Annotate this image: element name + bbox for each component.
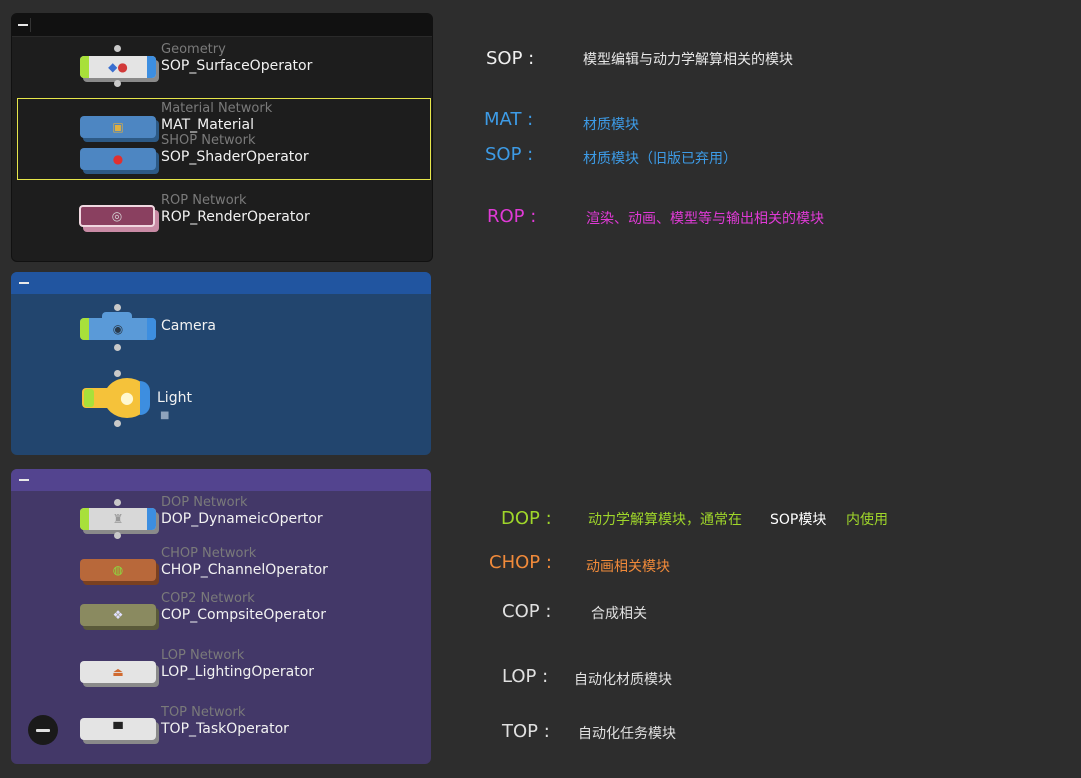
node-geometry[interactable]: ◆● [80,56,156,78]
node-camera[interactable]: ◉ [80,318,156,340]
annotation-sop-desc: 模型编辑与动力学解算相关的模块 [583,52,793,68]
camera-icon: ◉ [112,322,124,336]
collapse-box-button[interactable] [18,474,30,486]
node-name-label[interactable]: Light [157,390,192,406]
display-flag[interactable] [84,389,94,407]
light-bulb-icon: ● [120,388,134,407]
node-type-label: Geometry [161,42,226,57]
node-name-label[interactable]: Camera [161,318,216,334]
node-shader[interactable]: ● [80,148,156,170]
node-type-label: ROP Network [161,193,247,208]
annotation-lop-key: LOP : [502,666,549,687]
node-top[interactable]: ▀ [80,718,156,740]
annotation-shop-desc: 材质模块（旧版已弃用） [583,151,737,167]
annotation-rop-desc: 渲染、动画、模型等与输出相关的模块 [586,211,824,227]
annotation-cop-key: COP : [502,601,552,622]
annotation-top-desc: 自动化任务模块 [578,726,676,742]
network-box-header[interactable] [11,469,431,491]
network-box-scene[interactable] [11,272,431,455]
annotation-chop-key: CHOP : [489,552,552,573]
annotation-rop-key: ROP : [487,206,537,227]
node-type-label: Material Network [161,101,273,116]
annotation-top-key: TOP : [502,721,550,742]
display-flag[interactable] [80,318,89,340]
node-name-label[interactable]: SOP_SurfaceOperator [161,58,312,74]
material-icon: ▣ [112,120,124,134]
node-output-dot[interactable] [114,420,121,427]
collapse-box-button[interactable] [18,277,30,289]
dop-icon: ♜ [112,512,124,526]
node-cop[interactable]: ❖ [80,604,156,626]
network-box-header[interactable] [12,14,432,37]
node-type-label: CHOP Network [161,546,257,561]
node-name-label[interactable]: MAT_Material [161,117,254,133]
node-type-label: COP2 Network [161,591,255,606]
render-flag[interactable] [147,56,156,78]
node-lop[interactable]: ⏏ [80,661,156,683]
annotation-shop-key: SOP : [485,144,534,165]
lop-icon: ⏏ [112,665,124,679]
render-icon: ◎ [111,209,123,223]
node-chop[interactable]: ◍ [80,559,156,581]
network-box-header[interactable] [11,272,431,294]
annotation-mat-desc: 材质模块 [583,117,639,133]
annotation-cop-desc: 合成相关 [591,606,647,622]
lock-icon[interactable]: ■ [160,410,169,421]
annotation-dop-desc: 动力学解算模块，通常在 [588,512,742,528]
node-name-label[interactable]: CHOP_ChannelOperator [161,562,328,578]
node-name-label[interactable]: ROP_RenderOperator [161,209,310,225]
node-name-label[interactable]: COP_CompsiteOperator [161,607,326,623]
annotation-mat-key: MAT : [484,109,534,130]
node-type-label: DOP Network [161,495,248,510]
node-rop[interactable]: ◎ [79,205,155,227]
top-hat-icon: ▀ [113,722,123,736]
annotation-chop-desc: 动画相关模块 [586,559,670,575]
node-name-label[interactable]: DOP_DynameicOpertor [161,511,323,527]
node-name-label[interactable]: LOP_LightingOperator [161,664,314,680]
annotation-lop-desc: 自动化材质模块 [574,672,672,688]
cop-icon: ❖ [112,608,124,622]
shader-icon: ● [112,152,124,166]
render-flag[interactable] [147,508,156,530]
render-flag[interactable] [140,381,150,415]
node-input-dot[interactable] [114,304,121,311]
render-flag[interactable] [147,318,156,340]
display-flag[interactable] [80,56,89,78]
node-name-label[interactable]: SOP_ShaderOperator [161,149,309,165]
node-name-label[interactable]: TOP_TaskOperator [161,721,289,737]
node-material[interactable]: ▣ [80,116,156,138]
node-input-dot[interactable] [114,499,121,506]
geometry-icon: ◆● [108,60,128,74]
collapse-box-button[interactable] [16,18,31,32]
display-flag[interactable] [80,508,89,530]
node-type-label: TOP Network [161,705,246,720]
chop-wave-icon: ◍ [112,563,124,577]
node-type-label: LOP Network [161,648,245,663]
annotation-dop-desc-highlight: SOP模块 [770,512,827,528]
annotation-sop-key: SOP : [486,48,535,69]
node-input-dot[interactable] [114,370,121,377]
node-output-dot[interactable] [114,532,121,539]
annotation-dop-key: DOP : [501,508,552,529]
zoom-out-button[interactable] [28,715,58,745]
node-dop[interactable]: ♜ [80,508,156,530]
annotation-dop-desc-tail: 内使用 [846,512,888,528]
node-type-label: SHOP Network [161,133,256,148]
node-input-dot[interactable] [114,45,121,52]
node-output-dot[interactable] [114,80,121,87]
node-output-dot[interactable] [114,344,121,351]
